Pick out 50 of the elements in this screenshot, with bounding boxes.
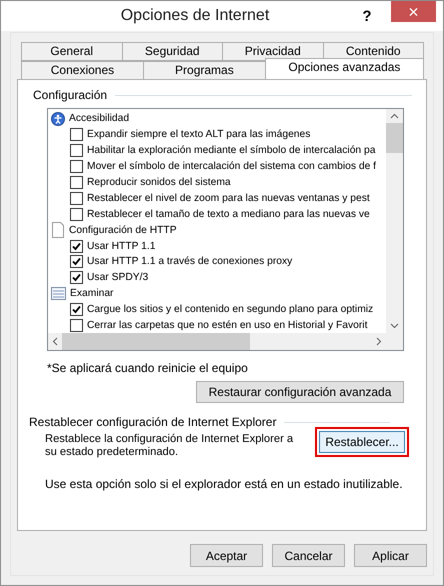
checkbox[interactable] [70, 160, 83, 174]
restart-note: *Se aplicará cuando reinicie el equipo [47, 361, 249, 375]
checkbox[interactable] [70, 128, 83, 142]
list-icon [51, 287, 66, 300]
checkbox[interactable] [70, 240, 83, 253]
tab[interactable]: Seguridad [122, 42, 223, 61]
reset-hint: Use esta opción solo si el explorador está en un estado inutilizable. [45, 477, 404, 491]
scroll-thumb[interactable] [62, 333, 250, 350]
vertical-scrollbar[interactable] [386, 109, 403, 333]
dialog-button[interactable]: Cancelar [272, 544, 345, 567]
tab[interactable]: Privacidad [222, 42, 324, 61]
option-label: Restablecer el nivel de zoom para las nuevas ventanas y pest [87, 192, 370, 204]
checkbox[interactable] [70, 208, 83, 221]
option-label: Mover el símbolo de intercalación del sistema con cambios de f [87, 161, 376, 172]
dialog-button[interactable]: Aceptar [190, 544, 263, 567]
dialog-button[interactable]: Aplicar [354, 544, 427, 567]
option-label: Cerrar las carpetas que no estén en uso en Historial y Favorit [87, 320, 368, 332]
close-button[interactable]: × [391, 1, 436, 22]
checkbox[interactable] [70, 192, 83, 205]
checkbox[interactable] [70, 255, 83, 268]
option-label: Usar HTTP 1.1 a través de conexiones proxy [87, 256, 292, 268]
tab[interactable]: Opciones avanzadas [264, 58, 424, 79]
option-label: Reproducir sonidos del sistema [87, 177, 231, 188]
checkbox[interactable] [70, 176, 83, 189]
restore-button[interactable]: Restaurar configuración avanzada [196, 381, 404, 403]
section-title: Restablecer configuración de Internet Explorer [29, 415, 276, 429]
option-label: Usar SPDY/3 [87, 272, 148, 284]
checkbox[interactable] [70, 271, 83, 284]
option-label: Usar HTTP 1.1 [87, 240, 156, 252]
group-label: Configuración de HTTP [69, 224, 177, 236]
option-label: Restablecer el tamaño de texto a mediano para las nuevas ve [87, 208, 370, 220]
checkbox[interactable] [70, 144, 83, 158]
option-label: Cargue los sitios y el contenido en segundo plano para optimiz [87, 304, 374, 316]
group-label: Accesibilidad [69, 113, 130, 124]
window-title: Opciones de Internet [120, 7, 270, 25]
section-title: Configuración [33, 88, 108, 102]
tab[interactable]: General [21, 42, 122, 61]
scroll-thumb[interactable] [386, 123, 403, 153]
checkbox[interactable] [70, 303, 83, 316]
reset-button[interactable]: Restablecer... [319, 431, 405, 453]
reset-description: Restablece la configuración de Internet Explorer a su estado predeterminado. [45, 433, 294, 459]
option-label: Expandir siempre el texto ALT para las imágenes [87, 129, 310, 140]
help-button[interactable]: ? [353, 5, 381, 27]
horizontal-scrollbar[interactable] [48, 333, 386, 350]
group-label: Examinar [70, 288, 114, 300]
document-icon [51, 222, 65, 238]
option-label: Habilitar la exploración mediante el símbolo de intercalación pa [87, 145, 376, 156]
checkbox[interactable] [70, 319, 83, 332]
tab[interactable]: Conexiones [21, 61, 144, 80]
accessibility-icon [51, 112, 65, 126]
